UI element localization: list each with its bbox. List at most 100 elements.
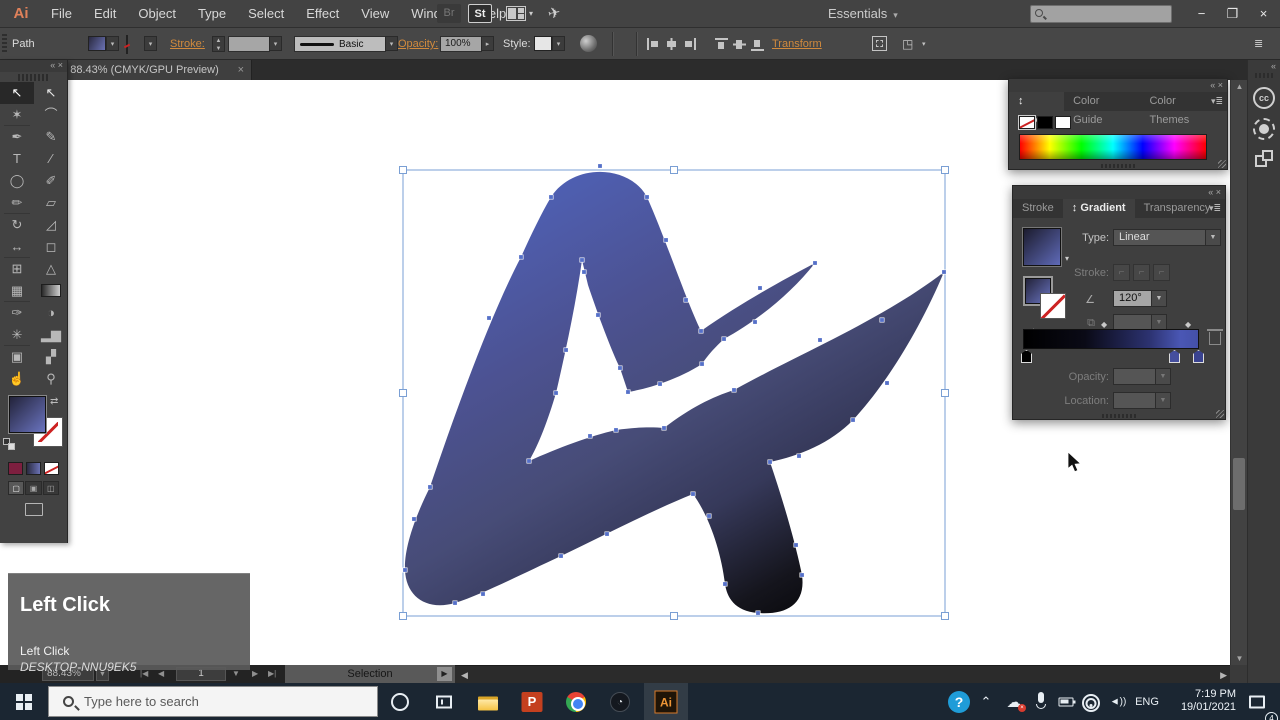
- anchor-point[interactable]: [411, 516, 417, 522]
- anchor-point[interactable]: [486, 315, 492, 321]
- perspective-grid-tool[interactable]: △: [34, 258, 68, 280]
- anchor-point[interactable]: [755, 610, 761, 616]
- close-icon[interactable]: ×: [1218, 80, 1223, 90]
- gradient-button[interactable]: [26, 462, 41, 475]
- bridge-button[interactable]: Br: [437, 4, 461, 23]
- style-caret[interactable]: ▾: [552, 36, 565, 51]
- none-button[interactable]: [44, 462, 59, 475]
- hand-tool[interactable]: ☝: [0, 368, 34, 390]
- panel-header[interactable]: « ×: [1009, 79, 1227, 92]
- brush-caret[interactable]: ▾: [385, 36, 398, 51]
- close-icon[interactable]: ×: [58, 60, 63, 70]
- anchor-point[interactable]: [722, 581, 728, 587]
- powerpoint-icon[interactable]: P: [510, 683, 554, 720]
- align-bottom-icon[interactable]: [750, 37, 765, 51]
- stroke-weight-field[interactable]: [228, 36, 270, 52]
- gradient-midpoint-icon[interactable]: ◆: [1185, 320, 1191, 329]
- start-button[interactable]: [0, 683, 48, 720]
- lasso-tool[interactable]: ⌒: [34, 104, 68, 126]
- anchor-point[interactable]: [597, 163, 603, 169]
- scroll-up-icon[interactable]: ▲: [1231, 82, 1248, 91]
- logo-artwork-path[interactable]: [404, 171, 944, 614]
- collapse-icon[interactable]: «: [1208, 187, 1213, 197]
- anchor-point[interactable]: [661, 425, 667, 431]
- action-center-icon[interactable]: 4: [1242, 683, 1278, 720]
- color-spectrum-bar[interactable]: [1019, 134, 1207, 160]
- bounding-box-handle[interactable]: [941, 166, 949, 174]
- menu-item-effect[interactable]: Effect: [295, 0, 350, 28]
- none-swatch[interactable]: [1019, 116, 1035, 129]
- clock[interactable]: 7:19 PM 19/01/2021: [1164, 683, 1236, 720]
- close-button[interactable]: ×: [1248, 0, 1279, 27]
- gradient-slider-bar[interactable]: [1023, 329, 1199, 349]
- language-indicator[interactable]: ENG: [1132, 683, 1162, 720]
- anchor-point[interactable]: [644, 194, 650, 200]
- align-center-h-icon[interactable]: [664, 37, 679, 51]
- menu-item-file[interactable]: File: [40, 0, 83, 28]
- bounding-box-handle[interactable]: [941, 612, 949, 620]
- restore-button[interactable]: ❐: [1217, 0, 1248, 27]
- anchor-point[interactable]: [731, 387, 737, 393]
- free-transform-tool[interactable]: ◻: [34, 236, 68, 258]
- anchor-point[interactable]: [526, 458, 532, 464]
- curvature-tool[interactable]: ✎: [34, 126, 68, 148]
- mesh-tool[interactable]: ▦: [0, 280, 34, 302]
- anchor-point[interactable]: [518, 254, 524, 260]
- stroke-link[interactable]: Stroke:: [170, 38, 205, 50]
- bounding-box-handle[interactable]: [399, 166, 407, 174]
- horizontal-scrollbar[interactable]: ◀ ▶: [455, 665, 1247, 683]
- anchor-point[interactable]: [604, 531, 610, 537]
- anchor-point[interactable]: [793, 542, 799, 548]
- stock-button[interactable]: St: [468, 4, 492, 23]
- scroll-right-icon[interactable]: ▶: [1220, 670, 1227, 681]
- opacity-field[interactable]: 100%: [440, 36, 482, 52]
- arrange-documents-icon[interactable]: [506, 6, 526, 21]
- rotate-tool[interactable]: ↻: [0, 213, 34, 236]
- task-view-icon[interactable]: [422, 683, 466, 720]
- onedrive-icon[interactable]: ☁ ×: [1000, 683, 1028, 720]
- taskbar-search-input[interactable]: Type here to search: [48, 686, 378, 717]
- anchor-point[interactable]: [480, 591, 486, 597]
- tab-gradient[interactable]: ↕ Gradient: [1062, 199, 1135, 218]
- anchor-point[interactable]: [563, 347, 569, 353]
- menu-item-object[interactable]: Object: [127, 0, 187, 28]
- anchor-point[interactable]: [553, 390, 559, 396]
- vertical-scrollbar[interactable]: ▲ ▼: [1230, 80, 1247, 665]
- tab-close-icon[interactable]: ×: [238, 60, 244, 80]
- align-left-icon[interactable]: [646, 37, 661, 51]
- creative-cloud-icon[interactable]: cc: [1253, 87, 1275, 109]
- gradient-stop-blue[interactable]: [1169, 350, 1180, 363]
- collapse-icon[interactable]: «: [1210, 80, 1215, 90]
- stroke-caret-button[interactable]: ▾: [144, 36, 157, 51]
- fill-proxy[interactable]: [9, 396, 46, 433]
- anchor-point[interactable]: [587, 433, 593, 439]
- eyedropper-tool[interactable]: ✑: [0, 301, 34, 324]
- draw-mode-1[interactable]: ▣: [25, 481, 42, 495]
- anchor-point[interactable]: [657, 381, 663, 387]
- help-tray-icon[interactable]: ?: [944, 683, 974, 720]
- microphone-icon[interactable]: [1030, 683, 1052, 720]
- anchor-point[interactable]: [699, 361, 705, 367]
- anchor-point[interactable]: [613, 427, 619, 433]
- file-explorer-icon[interactable]: [466, 683, 510, 720]
- last-artboard-button[interactable]: ▶|: [268, 669, 276, 678]
- stroke-weight-stepper[interactable]: ▲ ▼: [212, 36, 225, 52]
- resize-grip[interactable]: [1216, 410, 1224, 418]
- scale-tool[interactable]: ◿: [34, 214, 68, 236]
- panel-menu-icon[interactable]: ▾≣: [1209, 203, 1221, 214]
- obs-icon[interactable]: ◔: [598, 683, 642, 720]
- collapse-icon[interactable]: «: [1248, 60, 1280, 71]
- speaker-icon[interactable]: ◄)): [1104, 683, 1132, 720]
- color-themes-icon[interactable]: [1253, 118, 1275, 140]
- black-swatch[interactable]: [1037, 116, 1053, 129]
- tab-color-guide[interactable]: Color Guide: [1064, 92, 1140, 126]
- illustrator-taskbar-icon[interactable]: Ai: [644, 683, 688, 720]
- scroll-down-icon[interactable]: ▼: [1231, 654, 1248, 663]
- style-swatch[interactable]: [534, 36, 552, 51]
- prev-artboard-button[interactable]: ◀: [158, 669, 164, 678]
- column-graph-tool[interactable]: ▂▆: [34, 324, 68, 346]
- gradient-tool[interactable]: [34, 280, 68, 302]
- gradient-angle-field[interactable]: 120° ▼: [1113, 290, 1167, 307]
- anchor-point[interactable]: [817, 337, 823, 343]
- cortana-icon[interactable]: [378, 683, 422, 720]
